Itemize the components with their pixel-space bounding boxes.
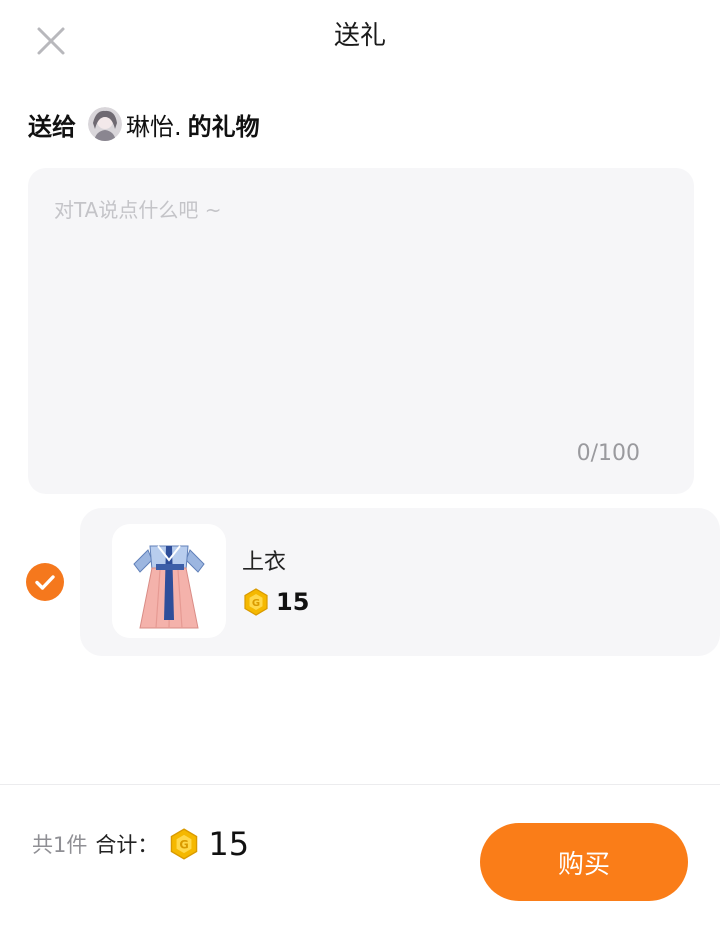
message-box: 0/100 <box>28 168 694 494</box>
buy-button[interactable]: 购买 <box>480 823 688 901</box>
gift-name: 上衣 <box>242 550 287 575</box>
recipient-prefix: 送给 <box>28 112 76 141</box>
recipient-line: 送给 琳怡. 的礼物 <box>28 104 260 144</box>
svg-text:G: G <box>180 838 189 852</box>
footer-bar: 共1件 合计： G 15 购买 <box>0 784 720 936</box>
check-icon <box>35 575 55 590</box>
char-count: 0/100 <box>576 441 640 466</box>
order-total: 共1件 合计： G 15 <box>32 825 249 863</box>
page-title: 送礼 <box>333 21 386 51</box>
item-count: 共1件 <box>32 833 88 857</box>
svg-text:G: G <box>252 598 260 609</box>
gift-price: G 15 <box>242 588 309 616</box>
gift-sheet: 送礼 送给 琳怡. 的礼物 0/100 <box>0 0 720 936</box>
gift-price-value: 15 <box>276 588 310 616</box>
message-input[interactable] <box>52 192 666 416</box>
total-label: 合计： <box>95 833 159 857</box>
header: 送礼 <box>0 0 720 78</box>
recipient-name: 琳怡. <box>126 112 182 141</box>
gift-image <box>112 524 226 638</box>
total-amount: 15 <box>208 825 250 863</box>
gift-select-checkbox[interactable] <box>26 563 64 601</box>
gift-item[interactable]: 上衣 G 15 <box>80 508 720 656</box>
dress-icon <box>133 545 205 629</box>
coin-icon: G <box>242 588 270 616</box>
coin-icon: G <box>168 828 200 860</box>
avatar <box>88 107 122 141</box>
recipient-suffix: 的礼物 <box>187 112 260 141</box>
